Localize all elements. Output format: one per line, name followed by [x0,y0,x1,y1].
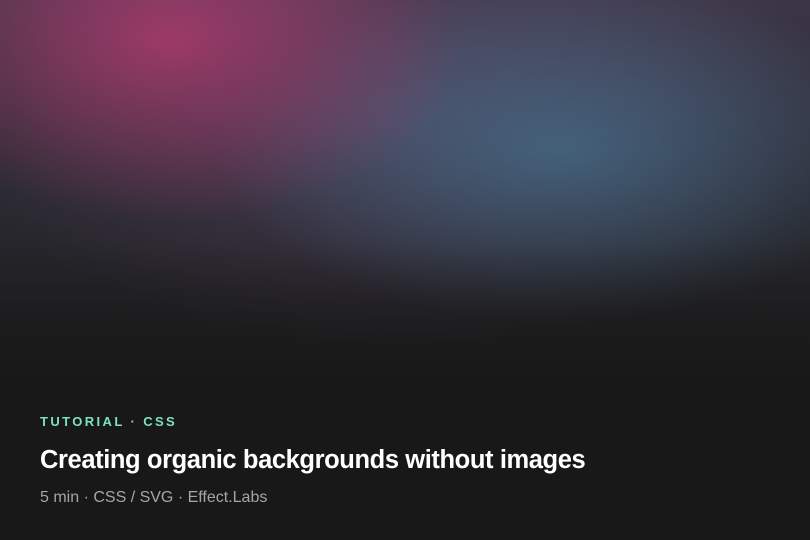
category-label: TUTORIAL · CSS [40,414,178,429]
article-title[interactable]: Creating organic backgrounds without ima… [40,444,770,476]
card-content: TUTORIAL · CSS Creating organic backgrou… [40,414,770,508]
article-meta: 5 min · CSS / SVG · Effect.Labs [40,489,268,506]
article-card[interactable]: TUTORIAL · CSS Creating organic backgrou… [0,0,810,540]
